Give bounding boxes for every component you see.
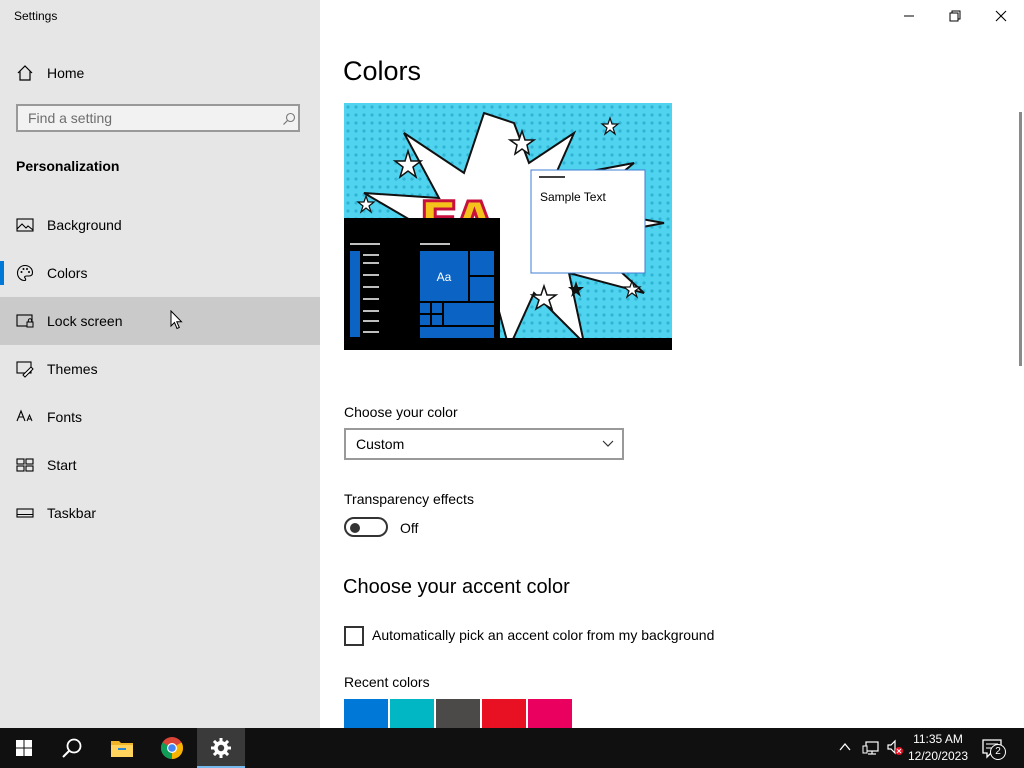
color-swatch[interactable] xyxy=(344,699,388,728)
toggle-knob xyxy=(350,523,360,533)
chevron-down-icon xyxy=(602,440,614,447)
sidebar-item-label: Lock screen xyxy=(47,313,123,329)
sidebar-item-taskbar[interactable]: Taskbar xyxy=(0,489,320,537)
home-icon xyxy=(17,65,33,81)
volume-muted-icon xyxy=(887,739,903,755)
background-wallpaper-image: FA xyxy=(344,103,672,350)
settings-taskbar-button[interactable] xyxy=(197,728,245,768)
clock-date[interactable]: 12/20/2023 xyxy=(906,749,970,763)
sidebar-item-lock-screen[interactable]: Lock screen xyxy=(0,297,320,345)
brush-icon xyxy=(16,361,34,378)
sidebar-item-label: Start xyxy=(47,457,77,473)
home-label: Home xyxy=(47,65,85,81)
sidebar-item-fonts[interactable]: Fonts xyxy=(0,393,320,441)
chevron-up-icon xyxy=(839,742,851,751)
dropdown-value: Custom xyxy=(356,436,405,452)
start-button[interactable] xyxy=(0,728,48,768)
notification-badge: 2 xyxy=(990,744,1006,760)
tile-label: Aa xyxy=(436,270,452,284)
color-mode-dropdown[interactable]: Custom xyxy=(344,428,624,460)
minimize-icon xyxy=(904,15,914,17)
search-box[interactable] xyxy=(16,104,300,132)
action-center-button[interactable]: 2 xyxy=(980,737,1010,761)
clock-time[interactable]: 11:35 AM xyxy=(908,732,968,746)
accent-color-heading: Choose your accent color xyxy=(343,576,570,598)
theme-preview: FA Aa Sample Text xyxy=(344,103,672,350)
choose-color-label: Choose your color xyxy=(344,404,458,420)
close-button[interactable] xyxy=(978,0,1024,32)
sidebar-item-background[interactable]: Background xyxy=(0,201,320,249)
search-icon[interactable] xyxy=(282,112,296,126)
home-nav-item[interactable]: Home xyxy=(0,49,320,97)
restore-icon xyxy=(949,10,961,22)
color-swatch[interactable] xyxy=(390,699,434,728)
picture-icon xyxy=(16,218,34,232)
sidebar-item-label: Themes xyxy=(47,361,98,377)
taskbar-search-button[interactable] xyxy=(48,728,96,768)
windows-logo-icon xyxy=(16,740,32,756)
show-hidden-icons-button[interactable] xyxy=(838,740,852,759)
search-icon xyxy=(62,738,82,758)
close-icon xyxy=(995,10,1007,22)
mouse-cursor-icon xyxy=(170,310,183,330)
transparency-toggle[interactable] xyxy=(344,517,388,537)
auto-accent-label[interactable]: Automatically pick an accent color from … xyxy=(372,627,714,643)
lock-screen-icon xyxy=(16,314,34,328)
network-icon xyxy=(862,741,879,755)
chrome-button[interactable] xyxy=(148,728,196,768)
sidebar-item-label: Taskbar xyxy=(47,505,97,521)
network-button[interactable] xyxy=(862,740,880,761)
page-title: Colors xyxy=(343,56,422,86)
recent-colors-label: Recent colors xyxy=(344,674,430,690)
taskbar-icon xyxy=(16,508,34,518)
file-explorer-icon xyxy=(111,741,133,757)
chrome-icon xyxy=(161,737,183,759)
auto-accent-checkbox[interactable] xyxy=(344,626,364,646)
start-icon xyxy=(16,458,34,472)
sidebar-item-start[interactable]: Start xyxy=(0,441,320,489)
selection-indicator xyxy=(0,261,4,285)
app-title: Settings xyxy=(14,9,58,23)
search-input[interactable] xyxy=(28,109,268,127)
sidebar-item-label: Fonts xyxy=(47,409,83,425)
toggle-state-text: Off xyxy=(400,520,419,536)
sidebar-item-label: Background xyxy=(47,217,122,233)
restore-button[interactable] xyxy=(932,0,978,32)
color-swatch[interactable] xyxy=(436,699,480,728)
sidebar-item-label: Colors xyxy=(47,265,88,281)
section-heading: Personalization xyxy=(16,158,120,174)
transparency-label: Transparency effects xyxy=(344,491,474,507)
color-swatch[interactable] xyxy=(482,699,526,728)
volume-button[interactable] xyxy=(886,739,904,762)
font-icon xyxy=(16,409,33,422)
sidebar-item-themes[interactable]: Themes xyxy=(0,345,320,393)
sidebar-item-colors[interactable]: Colors xyxy=(0,249,320,297)
minimize-button[interactable] xyxy=(886,0,932,32)
taskbar: 11:35 AM 12/20/2023 2 xyxy=(0,728,1024,768)
color-swatch[interactable] xyxy=(528,699,572,728)
settings-icon xyxy=(211,738,231,758)
sample-text: Sample Text xyxy=(540,190,606,204)
file-explorer-button[interactable] xyxy=(98,728,146,768)
sidebar: Settings Home Personalization Background… xyxy=(0,0,320,728)
scrollbar-thumb[interactable] xyxy=(1019,112,1022,366)
palette-icon xyxy=(16,264,34,282)
